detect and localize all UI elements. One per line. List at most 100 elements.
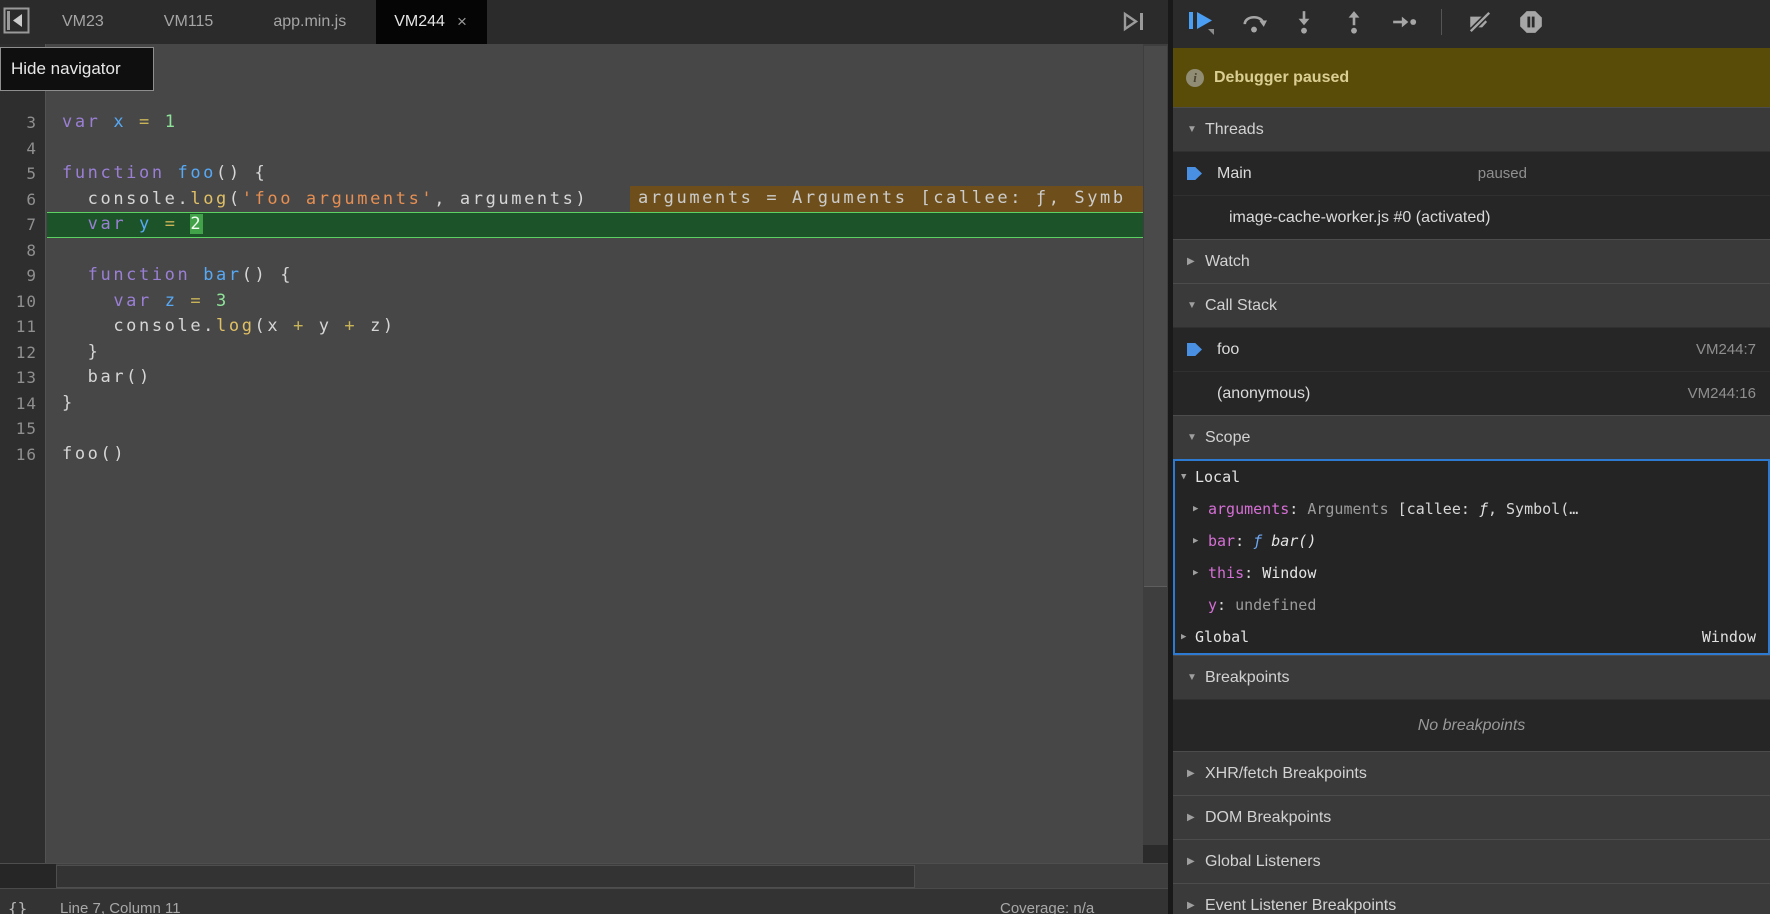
list-item[interactable]: image-cache-worker.js #0 (activated) [1173, 195, 1770, 239]
triangle-right-icon[interactable]: ▶ [1187, 812, 1195, 823]
section-header-threads[interactable]: ▼Threads [1173, 107, 1770, 151]
token-t: (x [255, 316, 294, 336]
scope-y[interactable]: y: undefined [1175, 589, 1768, 621]
section-header-watch[interactable]: ▶Watch [1173, 239, 1770, 283]
section-header-dom-breakpoints[interactable]: ▶DOM Breakpoints [1173, 795, 1770, 839]
list-item[interactable]: fooVM244:7 [1173, 327, 1770, 371]
code-line[interactable]: var z = 3 [62, 289, 229, 315]
line-number[interactable]: 5 [0, 161, 37, 187]
triangle-right-icon[interactable]: ▶ [1193, 557, 1198, 589]
scope-row-content: y: undefined [1208, 589, 1316, 621]
tab-VM23[interactable]: VM23 [32, 0, 134, 44]
code-line[interactable]: } [62, 340, 101, 366]
code-editor[interactable]: arguments = Arguments [callee: ƒ, Symb v… [0, 44, 1168, 863]
line-number[interactable]: 8 [0, 238, 37, 264]
triangle-right-icon[interactable]: ▶ [1187, 256, 1195, 267]
code-line[interactable]: var y = 2 [62, 212, 203, 238]
scope-arguments[interactable]: ▶arguments: Arguments [callee: ƒ, Symbol… [1175, 493, 1768, 525]
line-number-gutter[interactable]: 345678910111213141516 [0, 44, 46, 863]
token-p: arguments [1208, 500, 1289, 518]
code-line[interactable]: console.log('foo arguments', arguments) [62, 187, 588, 213]
line-number[interactable]: 4 [0, 136, 37, 162]
triangle-right-icon[interactable]: ▶ [1187, 768, 1195, 779]
item-right-label: paused [1478, 165, 1527, 182]
line-number[interactable]: 15 [0, 416, 37, 442]
triangle-right-icon[interactable]: ▶ [1187, 856, 1195, 867]
list-item[interactable]: (anonymous)VM244:16 [1173, 371, 1770, 415]
section-header-call-stack[interactable]: ▼Call Stack [1173, 283, 1770, 327]
hide-navigator-tooltip[interactable]: Hide navigator [0, 47, 154, 91]
step-out-icon[interactable] [1341, 9, 1367, 35]
editor-horizontal-scrollbar[interactable] [0, 863, 1168, 888]
step-icon[interactable] [1391, 9, 1417, 35]
line-number[interactable]: 7 [0, 212, 37, 238]
coverage-label: Coverage: n/a [1000, 900, 1094, 914]
code-line[interactable]: } [62, 391, 75, 417]
section-header-scope[interactable]: ▼ Scope [1173, 415, 1770, 459]
triangle-down-icon[interactable]: ▼ [1187, 672, 1197, 683]
line-number[interactable]: 9 [0, 263, 37, 289]
token-it: bar() [1262, 532, 1316, 550]
code-line[interactable]: bar() [62, 365, 152, 391]
token-k: var [113, 291, 164, 311]
line-number[interactable]: 11 [0, 314, 37, 340]
tab-label: VM23 [62, 13, 104, 31]
code-line[interactable]: var x = 1 [62, 110, 178, 136]
scope-row-content: Global [1195, 621, 1249, 653]
tab-app.min.js[interactable]: app.min.js [243, 0, 376, 44]
tab-VM115[interactable]: VM115 [134, 0, 244, 44]
tab-VM244[interactable]: VM244× [376, 0, 487, 44]
token-p: this [1208, 564, 1244, 582]
section-label: Scope [1205, 429, 1250, 447]
scope-row-content: bar: ƒ bar() [1208, 525, 1316, 557]
horizontal-scrollbar-thumb[interactable] [56, 865, 915, 888]
vertical-scrollbar-thumb[interactable] [1144, 46, 1167, 587]
scrollbar-gutter-stub [0, 864, 56, 889]
editor-vertical-scrollbar[interactable] [1143, 44, 1168, 863]
line-number[interactable]: 6 [0, 187, 37, 213]
triangle-down-icon[interactable]: ▼ [1181, 461, 1186, 493]
line-number[interactable]: 12 [0, 340, 37, 366]
code-line[interactable]: console.log(x + y + z) [62, 314, 396, 340]
triangle-right-icon[interactable]: ▶ [1193, 493, 1198, 525]
triangle-right-icon[interactable]: ▶ [1181, 621, 1186, 653]
section-header-event-listener-breakpoints[interactable]: ▶Event Listener Breakpoints [1173, 883, 1770, 914]
section-header-global-listeners[interactable]: ▶Global Listeners [1173, 839, 1770, 883]
dock-back-icon[interactable] [3, 7, 30, 34]
pretty-print-icon[interactable]: {} [8, 899, 27, 914]
code-line[interactable]: foo() [62, 442, 126, 468]
triangle-right-icon[interactable]: ▶ [1193, 525, 1198, 557]
line-number[interactable]: 10 [0, 289, 37, 315]
list-item[interactable]: Mainpaused [1173, 151, 1770, 195]
step-into-icon[interactable] [1291, 9, 1317, 35]
code-line[interactable]: function foo() { [62, 161, 267, 187]
section-header-xhr-fetch-breakpoints[interactable]: ▶XHR/fetch Breakpoints [1173, 751, 1770, 795]
tab-close-icon[interactable]: × [457, 12, 467, 32]
token-o: = [139, 112, 165, 132]
token-w: Global [1195, 628, 1249, 646]
token-p: bar [1208, 532, 1235, 550]
resume-script-icon[interactable] [1187, 8, 1217, 36]
pause-on-exceptions-icon[interactable] [1518, 9, 1544, 35]
scope-bar[interactable]: ▶ bar: ƒ bar() [1175, 525, 1768, 557]
token-o: + [293, 316, 319, 336]
line-number[interactable]: 14 [0, 391, 37, 417]
line-number[interactable]: 16 [0, 442, 37, 468]
step-over-icon[interactable] [1241, 9, 1267, 35]
scope-local[interactable]: ▼Local [1175, 461, 1768, 493]
show-navigator-icon[interactable] [1120, 8, 1150, 35]
token-t: y [319, 316, 345, 336]
token-k: function [62, 163, 178, 183]
section-header-breakpoints[interactable]: ▼Breakpoints [1173, 655, 1770, 699]
triangle-down-icon[interactable]: ▼ [1187, 124, 1197, 135]
token-t: console. [62, 316, 216, 336]
triangle-down-icon[interactable]: ▼ [1187, 300, 1197, 311]
deactivate-breakpoints-icon[interactable] [1466, 9, 1494, 35]
line-number[interactable]: 13 [0, 365, 37, 391]
scope-global[interactable]: ▶GlobalWindow [1175, 621, 1768, 653]
triangle-down-icon[interactable]: ▼ [1187, 432, 1197, 443]
code-line[interactable]: function bar() { [62, 263, 293, 289]
scope-this[interactable]: ▶this: Window [1175, 557, 1768, 589]
triangle-right-icon[interactable]: ▶ [1187, 900, 1195, 911]
line-number[interactable]: 3 [0, 110, 37, 136]
